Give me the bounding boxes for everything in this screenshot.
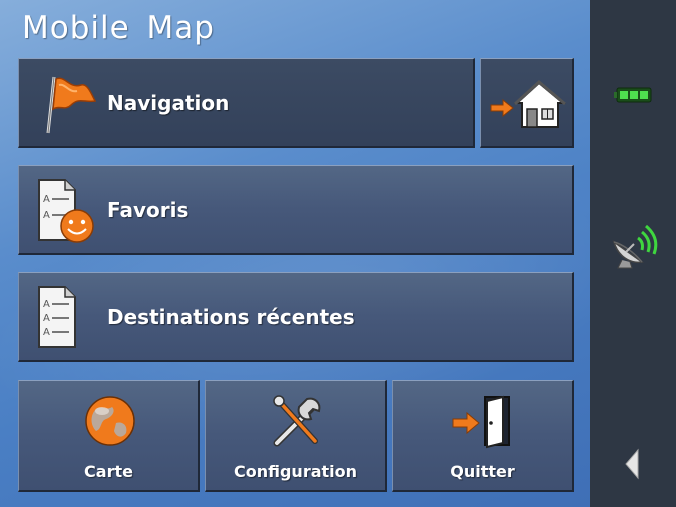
navigation-button[interactable]: Navigation: [18, 58, 475, 148]
recent-destinations-icon: A A A: [38, 286, 76, 348]
svg-text:A: A: [43, 299, 50, 310]
navigation-label: Navigation: [107, 91, 230, 115]
quit-label: Quitter: [450, 462, 515, 481]
configuration-button[interactable]: Configuration: [205, 380, 387, 492]
exit-door-icon: [452, 395, 510, 449]
globe-icon: [85, 396, 135, 446]
quit-button[interactable]: Quitter: [392, 380, 574, 492]
svg-text:A: A: [43, 194, 50, 205]
recent-destinations-button[interactable]: A A A Destinations récentes: [18, 272, 574, 362]
recent-destinations-label: Destinations récentes: [107, 305, 355, 329]
satellite-dish-icon: [612, 224, 658, 269]
favorites-label: Favoris: [107, 198, 189, 222]
home-icon: [490, 80, 566, 128]
svg-text:A: A: [43, 327, 50, 338]
map-button[interactable]: Carte: [18, 380, 200, 492]
status-sidebar: [590, 0, 676, 507]
svg-text:A: A: [43, 210, 50, 221]
back-arrow-icon[interactable]: [624, 448, 640, 480]
app-title: Mobile Map: [22, 10, 215, 46]
favorites-icon: A A: [38, 179, 94, 243]
home-button[interactable]: [480, 58, 574, 148]
svg-text:A: A: [43, 313, 50, 324]
battery-icon: [614, 87, 652, 103]
tools-icon: [273, 395, 321, 447]
favorites-button[interactable]: A A Favoris: [18, 165, 574, 255]
flag-icon: [46, 76, 97, 134]
map-label: Carte: [84, 462, 133, 481]
configuration-label: Configuration: [233, 462, 358, 481]
main-menu-panel: Mobile Map Navigation A A Favoris A A A …: [0, 0, 590, 507]
